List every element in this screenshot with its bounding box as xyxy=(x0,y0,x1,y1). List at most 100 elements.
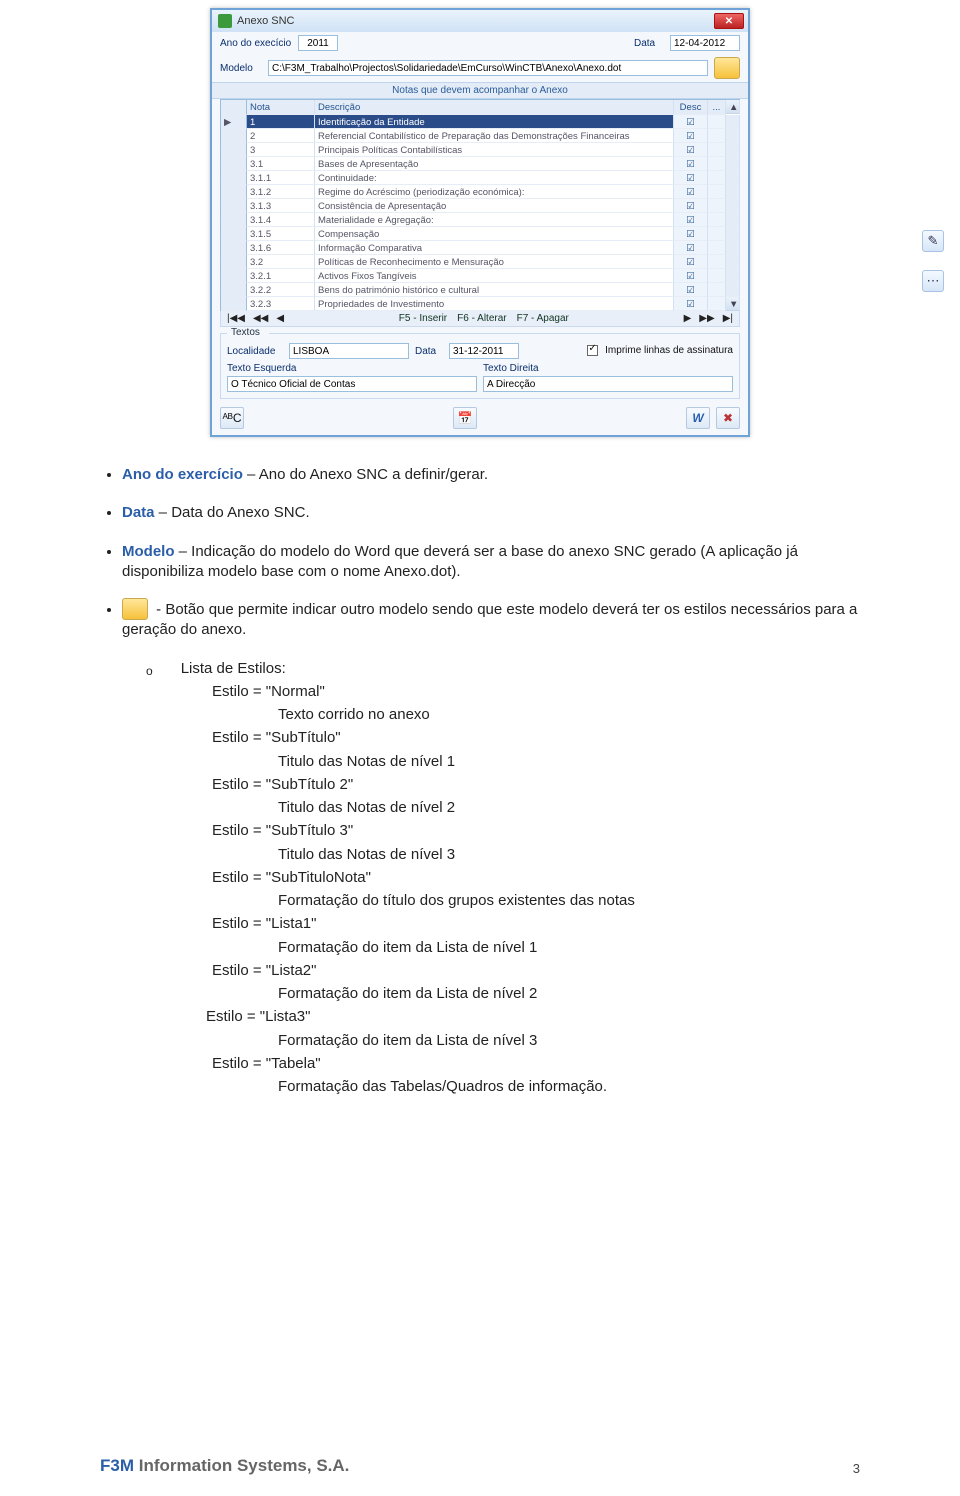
cell-extra[interactable] xyxy=(708,115,726,129)
cell-nota[interactable]: 3 xyxy=(247,143,315,157)
scrollbar-track[interactable] xyxy=(726,241,740,255)
cell-descricao[interactable]: Políticas de Reconhecimento e Mensuração xyxy=(315,255,674,269)
cell-nota[interactable]: 3.1.6 xyxy=(247,241,315,255)
texto-direita-input[interactable] xyxy=(483,376,733,392)
cell-extra[interactable] xyxy=(708,171,726,185)
cell-descricao[interactable]: Bens do património histórico e cultural xyxy=(315,283,674,297)
calendar-button[interactable]: 📅 xyxy=(453,407,477,429)
cell-check[interactable]: ☑ xyxy=(674,115,708,129)
cell-nota[interactable]: 3.1.3 xyxy=(247,199,315,213)
cell-extra[interactable] xyxy=(708,199,726,213)
cell-descricao[interactable]: Continuidade: xyxy=(315,171,674,185)
cell-extra[interactable] xyxy=(708,157,726,171)
nav-next[interactable]: ▶ xyxy=(684,313,692,324)
cell-descricao[interactable]: Consistência de Apresentação xyxy=(315,199,674,213)
scrollbar-track[interactable] xyxy=(726,255,740,269)
scrollbar-track[interactable] xyxy=(726,185,740,199)
cell-nota[interactable]: 3.1.1 xyxy=(247,171,315,185)
scrollbar-track[interactable] xyxy=(726,213,740,227)
cell-extra[interactable] xyxy=(708,143,726,157)
spellcheck-button[interactable]: ᴬᴮC xyxy=(220,407,244,429)
cell-check[interactable]: ☑ xyxy=(674,269,708,283)
op-delete[interactable]: F7 - Apagar xyxy=(517,313,569,324)
cell-check[interactable]: ☑ xyxy=(674,157,708,171)
grid-scroll-up[interactable]: ▲ xyxy=(726,100,740,114)
word-export-button[interactable]: W xyxy=(686,407,710,429)
row-marker[interactable] xyxy=(221,241,247,255)
grid-scroll-down[interactable]: ▼ xyxy=(726,297,740,311)
row-marker[interactable] xyxy=(221,213,247,227)
cell-nota[interactable]: 2 xyxy=(247,129,315,143)
cell-descricao[interactable]: Informação Comparativa xyxy=(315,241,674,255)
notas-grid[interactable]: NotaDescriçãoDesc...▲▶1Identificação da … xyxy=(220,99,740,311)
cell-nota[interactable]: 3.1.4 xyxy=(247,213,315,227)
textos-data-input[interactable] xyxy=(449,343,519,359)
scrollbar-track[interactable] xyxy=(726,199,740,213)
cell-check[interactable]: ☑ xyxy=(674,241,708,255)
cell-descricao[interactable]: Propriedades de Investimento xyxy=(315,297,674,311)
row-marker[interactable] xyxy=(221,227,247,241)
window-titlebar[interactable]: Anexo SNC ✕ xyxy=(212,10,748,32)
cell-nota[interactable]: 3.2.1 xyxy=(247,269,315,283)
nav-prev[interactable]: ◀ xyxy=(276,313,284,324)
nav-last[interactable]: ▶| xyxy=(723,313,733,324)
op-insert[interactable]: F5 - Inserir xyxy=(399,313,447,324)
row-marker[interactable] xyxy=(221,157,247,171)
row-marker[interactable] xyxy=(221,143,247,157)
cell-check[interactable]: ☑ xyxy=(674,129,708,143)
cell-extra[interactable] xyxy=(708,129,726,143)
cell-nota[interactable]: 3.2 xyxy=(247,255,315,269)
cell-descricao[interactable]: Referencial Contabilístico de Preparação… xyxy=(315,129,674,143)
cell-check[interactable]: ☑ xyxy=(674,185,708,199)
browse-modelo-button[interactable] xyxy=(714,57,740,79)
print-lines-checkbox[interactable]: Imprime linhas de assinatura xyxy=(587,345,733,356)
op-edit[interactable]: F6 - Alterar xyxy=(457,313,506,324)
scrollbar-track[interactable] xyxy=(726,227,740,241)
cell-extra[interactable] xyxy=(708,213,726,227)
scrollbar-track[interactable] xyxy=(726,171,740,185)
scrollbar-track[interactable] xyxy=(726,129,740,143)
nav-next-page[interactable]: ▶▶ xyxy=(699,313,714,324)
row-marker[interactable] xyxy=(221,283,247,297)
data-input[interactable] xyxy=(670,35,740,51)
cell-extra[interactable] xyxy=(708,283,726,297)
row-marker[interactable] xyxy=(221,129,247,143)
scrollbar-track[interactable] xyxy=(726,157,740,171)
row-marker[interactable] xyxy=(221,171,247,185)
modelo-path-input[interactable] xyxy=(268,60,708,76)
cell-check[interactable]: ☑ xyxy=(674,199,708,213)
row-marker[interactable]: ▶ xyxy=(221,115,247,129)
cell-descricao[interactable]: Principais Políticas Contabilísticas xyxy=(315,143,674,157)
cell-descricao[interactable]: Activos Fixos Tangíveis xyxy=(315,269,674,283)
window-close-button[interactable]: ✕ xyxy=(714,13,744,29)
cell-extra[interactable] xyxy=(708,227,726,241)
cell-nota[interactable]: 3.1 xyxy=(247,157,315,171)
row-marker[interactable] xyxy=(221,199,247,213)
side-more-icon[interactable]: ⋯ xyxy=(922,270,944,292)
nav-first[interactable]: |◀◀ xyxy=(227,313,245,324)
ano-exercicio-input[interactable] xyxy=(298,35,338,51)
cell-extra[interactable] xyxy=(708,269,726,283)
side-pencil-icon[interactable]: ✎ xyxy=(922,230,944,252)
cell-check[interactable]: ☑ xyxy=(674,297,708,311)
cell-nota[interactable]: 3.2.3 xyxy=(247,297,315,311)
scrollbar-track[interactable] xyxy=(726,269,740,283)
cell-check[interactable]: ☑ xyxy=(674,227,708,241)
cell-descricao[interactable]: Bases de Apresentação xyxy=(315,157,674,171)
cell-descricao[interactable]: Identificação da Entidade xyxy=(315,115,674,129)
cell-check[interactable]: ☑ xyxy=(674,171,708,185)
cell-check[interactable]: ☑ xyxy=(674,143,708,157)
nav-prev-page[interactable]: ◀◀ xyxy=(253,313,268,324)
cell-nota[interactable]: 3.2.2 xyxy=(247,283,315,297)
row-marker[interactable] xyxy=(221,185,247,199)
cell-descricao[interactable]: Materialidade e Agregação: xyxy=(315,213,674,227)
cell-extra[interactable] xyxy=(708,297,726,311)
row-marker[interactable] xyxy=(221,255,247,269)
texto-esquerda-input[interactable] xyxy=(227,376,477,392)
exit-button[interactable]: ✖ xyxy=(716,407,740,429)
cell-extra[interactable] xyxy=(708,241,726,255)
cell-extra[interactable] xyxy=(708,185,726,199)
cell-check[interactable]: ☑ xyxy=(674,283,708,297)
scrollbar-track[interactable] xyxy=(726,283,740,297)
row-marker[interactable] xyxy=(221,269,247,283)
